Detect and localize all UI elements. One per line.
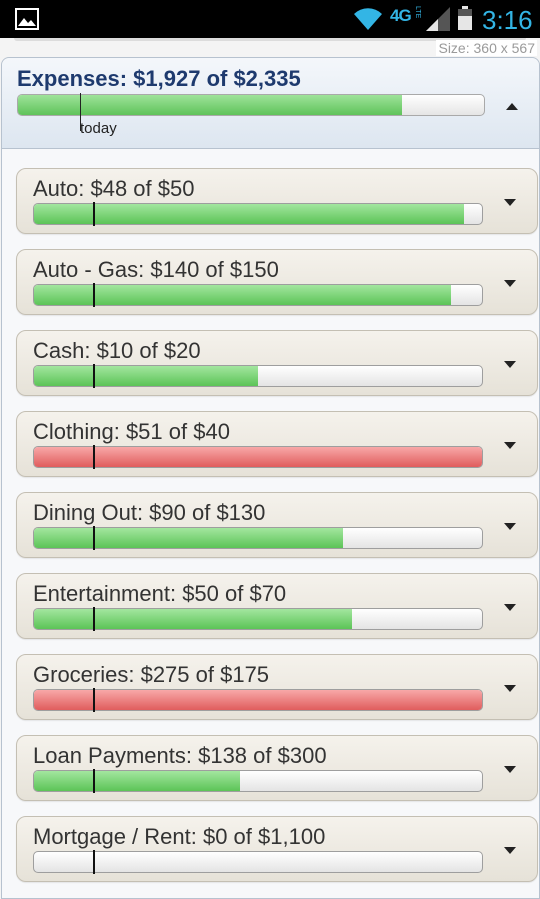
category-progress-bar [33, 446, 483, 468]
category-row[interactable]: Groceries: $275 of $175 [16, 654, 538, 720]
chevron-down-icon[interactable] [504, 199, 516, 206]
category-row[interactable]: Dining Out: $90 of $130 [16, 492, 538, 558]
category-progress-fill [34, 447, 482, 467]
category-row[interactable]: Auto - Gas: $140 of $150 [16, 249, 538, 315]
category-row[interactable]: Entertainment: $50 of $70 [16, 573, 538, 639]
today-label: today [80, 120, 117, 137]
category-progress-bar [33, 770, 483, 792]
today-marker [93, 607, 95, 631]
category-progress-fill [34, 771, 241, 791]
today-marker [93, 364, 95, 388]
category-row[interactable]: Cash: $10 of $20 [16, 330, 538, 396]
chevron-down-icon[interactable] [504, 523, 516, 530]
signal-icon [426, 7, 450, 31]
category-progress-fill [34, 285, 451, 305]
category-progress-fill [34, 528, 344, 548]
network-subtype: LTE [414, 6, 421, 19]
expenses-progress-bar [17, 94, 485, 116]
today-marker [93, 526, 95, 550]
category-progress-bar [33, 689, 483, 711]
category-progress-bar [33, 851, 483, 873]
category-progress-fill [34, 609, 353, 629]
battery-icon [458, 6, 472, 30]
today-marker [93, 769, 95, 793]
chevron-down-icon[interactable] [504, 847, 516, 854]
chevron-down-icon[interactable] [504, 685, 516, 692]
category-label: Cash: $10 of $20 [33, 338, 201, 363]
chevron-down-icon[interactable] [504, 280, 516, 287]
network-type: 4G [390, 6, 412, 25]
category-label: Entertainment: $50 of $70 [33, 581, 287, 606]
category-progress-bar [33, 527, 483, 549]
category-label: Dining Out: $90 of $130 [33, 500, 266, 525]
expenses-summary-header[interactable]: Expenses: $1,927 of $2,335 today [2, 58, 539, 149]
category-label: Loan Payments: $138 of $300 [33, 743, 327, 768]
category-progress-bar [33, 608, 483, 630]
wifi-icon [354, 8, 382, 30]
status-bar: 4G LTE 3:16 [0, 0, 540, 38]
category-progress-fill [34, 366, 258, 386]
today-marker [93, 202, 95, 226]
today-marker [93, 283, 95, 307]
category-row[interactable]: Clothing: $51 of $40 [16, 411, 538, 477]
chevron-down-icon[interactable] [504, 361, 516, 368]
chevron-down-icon[interactable] [504, 604, 516, 611]
category-label: Auto - Gas: $140 of $150 [33, 257, 279, 282]
category-progress-bar [33, 203, 483, 225]
category-progress-bar [33, 284, 483, 306]
chevron-down-icon[interactable] [504, 766, 516, 773]
category-progress-bar [33, 365, 483, 387]
category-label: Groceries: $275 of $175 [33, 662, 270, 687]
category-label: Clothing: $51 of $40 [33, 419, 230, 444]
gallery-icon [15, 8, 39, 30]
today-marker [93, 445, 95, 469]
today-marker [93, 850, 95, 874]
category-row[interactable]: Auto: $48 of $50 [16, 168, 538, 234]
expenses-summary-title: Expenses: $1,927 of $2,335 [17, 66, 301, 91]
category-progress-fill [34, 690, 482, 710]
status-clock: 3:16 [482, 5, 533, 35]
category-label: Auto: $48 of $50 [33, 176, 195, 201]
category-label: Mortgage / Rent: $0 of $1,100 [33, 824, 326, 849]
category-progress-fill [34, 204, 465, 224]
today-marker [93, 688, 95, 712]
size-overlay: Size: 360 x 567 [436, 40, 537, 56]
chevron-down-icon[interactable] [504, 442, 516, 449]
expenses-progress-fill [18, 95, 403, 115]
category-row[interactable]: Loan Payments: $138 of $300 [16, 735, 538, 801]
category-row[interactable]: Mortgage / Rent: $0 of $1,100 [16, 816, 538, 882]
chevron-up-icon[interactable] [506, 103, 518, 110]
